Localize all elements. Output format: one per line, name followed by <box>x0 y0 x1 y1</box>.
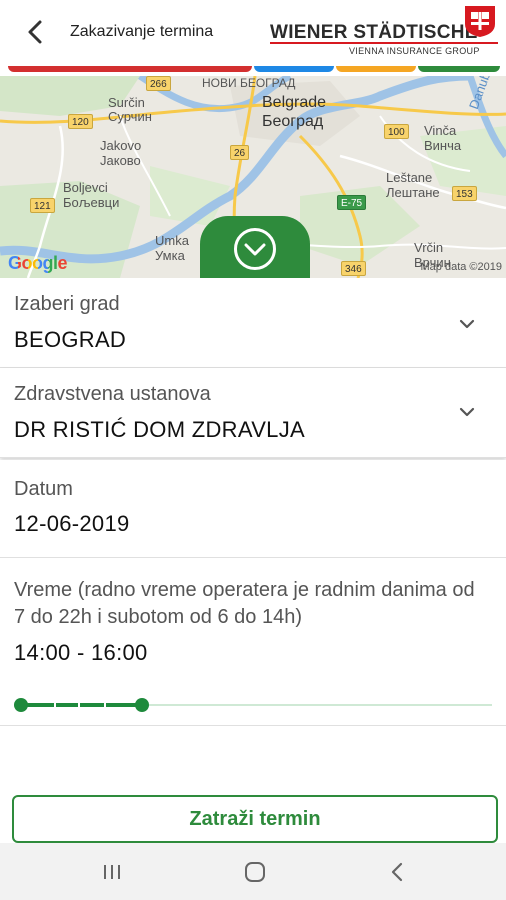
logo-underline <box>270 42 498 44</box>
map-view[interactable]: НОВИ БЕОГРАД Belgrade Београд Surčin Сур… <box>0 76 506 278</box>
map-label-belgrade: Belgrade <box>262 94 327 111</box>
strip-orange <box>336 66 416 72</box>
map-label-surcin: Surčin <box>108 95 145 110</box>
system-navigation-bar <box>0 843 506 900</box>
road-shield-266: 266 <box>146 76 171 91</box>
time-range-slider[interactable] <box>14 695 492 715</box>
back-icon[interactable] <box>383 857 413 887</box>
page-title: Zakazivanje termina <box>70 23 214 40</box>
road-shield-26: 26 <box>230 145 250 160</box>
road-shield-121: 121 <box>30 198 55 213</box>
map-label-surcin-cyrillic: Сурчин <box>108 109 152 124</box>
map-collapse-toggle[interactable] <box>200 216 310 278</box>
map-attribution: Map data ©2019 <box>420 261 503 273</box>
map-label-vinca: Vinča <box>424 123 457 138</box>
logo-emblem-icon <box>465 6 495 37</box>
recent-apps-icon[interactable] <box>97 857 127 887</box>
home-icon[interactable] <box>240 857 270 887</box>
map-label-umka: Umka <box>155 233 189 248</box>
map-label-novi-beograd: НОВИ БЕОГРАД <box>202 76 296 90</box>
date-label: Datum <box>14 478 73 500</box>
road-shield-153: 153 <box>452 186 477 201</box>
strip-green <box>418 66 500 72</box>
app-header: Zakazivanje termina WIENER STÄDTISCHE VI… <box>0 0 506 66</box>
slider-thumb-end[interactable] <box>134 698 149 712</box>
city-select[interactable]: Izaberi grad BEOGRAD <box>0 278 506 368</box>
date-field[interactable]: Datum 12-06-2019 <box>0 460 506 558</box>
strip-red <box>8 66 252 72</box>
google-logo-text: Google <box>8 253 68 273</box>
institution-value: DR RISTIĆ DOM ZDRAVLJA <box>14 417 305 442</box>
slider-thumb-start[interactable] <box>14 698 28 712</box>
chevron-down-icon[interactable] <box>458 406 476 418</box>
chevron-circle-icon <box>234 228 276 270</box>
wiener-staedtische-logo: WIENER STÄDTISCHE VIENNA INSURANCE GROUP <box>270 4 502 60</box>
map-label-jakovo-cyrillic: Јаково <box>100 153 141 168</box>
strip-blue <box>254 66 334 72</box>
road-shield-e75: E-75 <box>337 195 367 210</box>
institution-label: Zdravstvena ustanova <box>14 383 211 405</box>
road-shield-100: 100 <box>384 124 409 139</box>
map-label-beograd-cyrillic: Београд <box>262 113 324 130</box>
city-value: BEOGRAD <box>14 327 127 352</box>
map-label-jakovo: Jakovo <box>100 138 142 153</box>
road-shield-346: 346 <box>341 261 366 276</box>
brand-color-strip <box>8 66 500 76</box>
time-value: 14:00 - 16:00 <box>14 640 148 665</box>
map-label-boljevci: Boljevci <box>63 180 108 195</box>
logo-sub-text: VIENNA INSURANCE GROUP <box>349 46 480 56</box>
slider-fill <box>21 703 142 707</box>
google-logo: Google <box>8 253 68 274</box>
map-label-vrcin: Vrčin <box>414 240 444 255</box>
back-arrow-icon[interactable] <box>22 18 50 46</box>
map-label-boljevci-cyrillic: Бољевци <box>63 195 120 210</box>
map-label-lestane: Leštane <box>386 170 433 185</box>
slider-tick <box>104 703 106 707</box>
city-label: Izaberi grad <box>14 293 120 315</box>
request-appointment-button[interactable]: Zatraži termin <box>12 795 498 843</box>
map-label-vinca-cyrillic: Винча <box>424 138 462 153</box>
slider-tick <box>78 703 80 707</box>
time-label: Vreme (radno vreme operatera je radnim d… <box>14 579 475 628</box>
institution-select[interactable]: Zdravstvena ustanova DR RISTIĆ DOM ZDRAV… <box>0 368 506 458</box>
map-label-umka-cyrillic: Умка <box>155 248 185 263</box>
chevron-down-icon[interactable] <box>458 318 476 330</box>
road-shield-120: 120 <box>68 114 93 129</box>
slider-tick <box>54 703 56 707</box>
logo-main-text: WIENER STÄDTISCHE <box>270 22 478 43</box>
date-value: 12-06-2019 <box>14 511 130 536</box>
map-label-lestane-cyrillic: Лештане <box>386 185 440 200</box>
